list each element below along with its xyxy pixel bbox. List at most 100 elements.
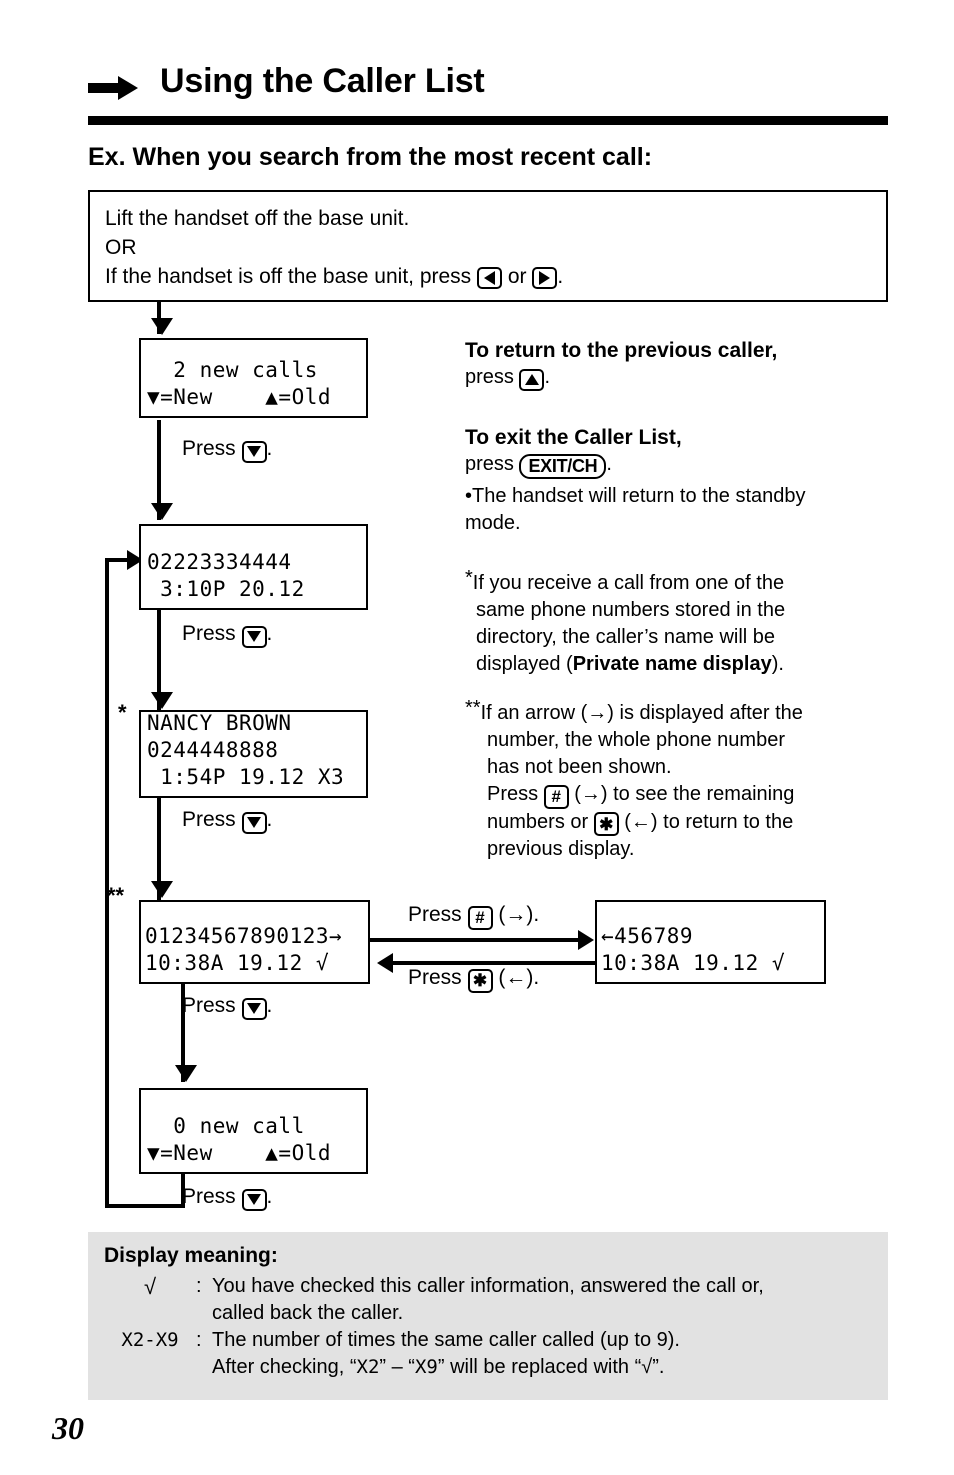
flow-arrow-d3-to-d4: [151, 881, 173, 898]
star-note-line-4: displayed (Private name display).: [465, 651, 905, 678]
scroll-back-arrow: [377, 953, 393, 973]
display-caller-3-scrolled: ←456789 10:38A 19.12 √: [595, 900, 826, 984]
hash-key-icon: #: [543, 784, 569, 809]
right-arrow-key-icon: [532, 267, 558, 289]
count-cont-b: ” – “: [379, 1356, 415, 1378]
dstar-press-word: Press: [487, 783, 544, 805]
star-note-text-a: displayed (: [476, 653, 573, 675]
intro-line-2: OR: [105, 236, 137, 259]
press-hash-label: Press # (→).: [408, 903, 539, 930]
press-star-label: Press ✱ (←).: [408, 966, 539, 993]
press-down-label-1: Press .: [182, 437, 272, 463]
display-0-new-call: 0 new call ▼=New ▲=Old: [139, 1088, 368, 1174]
star-note-text: If you receive a call from one of the: [472, 572, 785, 594]
loopback-line-bottom: [105, 1204, 185, 1208]
dstar-note-text: If an arrow (→) is displayed after the: [480, 702, 803, 724]
star-key-icon: ✱: [593, 812, 619, 836]
count-sym-x2: X2: [356, 1356, 380, 1378]
note-exit-title: To exit the Caller List,: [465, 426, 682, 449]
down-arrow-key-icon: [241, 440, 267, 463]
display-line: ▼=New ▲=Old: [147, 385, 332, 409]
star-note-text-c: ).: [771, 653, 784, 675]
count-cont-c: ” will be replaced with “√”.: [437, 1356, 665, 1378]
title-divider: [88, 116, 888, 125]
press-period: .: [266, 622, 273, 645]
display-meaning-box: Display meaning: √ : You have checked th…: [88, 1232, 888, 1400]
intro-line-3-text: If the handset is off the base unit, pre…: [105, 265, 478, 288]
left-arrow-key-icon: [477, 267, 503, 289]
display-line: 10:38A 19.12 √: [145, 951, 330, 975]
intro-line-3-end: .: [557, 265, 564, 288]
star-note-line-2: same phone numbers stored in the: [476, 599, 786, 621]
press-word: Press: [182, 808, 236, 831]
star-note-line-3: directory, the caller’s name will be: [476, 626, 776, 648]
exit-ch-key-icon: EXIT/CH: [519, 454, 607, 479]
press-down-label-4: Press .: [182, 994, 272, 1020]
dstar-note-line-4: Press # (→) to see the remaining: [465, 781, 915, 809]
footnote-marker-single: *: [118, 700, 127, 725]
display-line: 1:54P 19.12 X3: [147, 765, 345, 789]
hash-key-icon: #: [467, 905, 493, 930]
note-private-name-display: *If you receive a call from one of the s…: [465, 565, 905, 678]
display-line: 2 new calls: [147, 358, 318, 382]
page-title: Using the Caller List: [160, 62, 485, 100]
down-arrow-key-icon: [241, 811, 267, 834]
count-symbol-description: The number of times the same caller call…: [212, 1329, 680, 1351]
press-period: .: [266, 994, 273, 1017]
down-arrow-key-icon: [241, 1188, 267, 1211]
note-exit-press: press: [465, 453, 520, 475]
note-return-title: To return to the previous caller,: [465, 339, 778, 362]
display-line: NANCY BROWN: [147, 711, 292, 735]
press-word: Press: [182, 437, 236, 460]
display-meaning-row-check: √ : You have checked this caller informa…: [104, 1273, 888, 1300]
dstar-note-text-b: (→) to see the remaining: [568, 783, 795, 805]
star-marker: *: [465, 567, 473, 589]
display-line: ←456789: [601, 924, 694, 948]
display-line: ▼=New ▲=Old: [147, 1141, 332, 1165]
note-return-press: press: [465, 366, 520, 388]
dstar-or-word: numbers or: [487, 810, 594, 833]
note-exit-body: press EXIT/CH.: [465, 451, 895, 479]
intro-line-3: If the handset is off the base unit, pre…: [105, 262, 886, 291]
scroll-forward-arrow: [578, 930, 594, 950]
note-return-period: .: [544, 366, 551, 388]
display-line: 02223334444: [147, 550, 292, 574]
count-sym-x9: X9: [414, 1356, 438, 1378]
note-exit-bullet-cont: mode.: [465, 512, 521, 534]
press-word: Press: [182, 994, 236, 1017]
display-2-new-calls: 2 new calls ▼=New ▲=Old: [139, 338, 368, 418]
up-arrow-key-icon: [519, 368, 545, 391]
flow-arrow-d2-to-d3: [151, 692, 173, 709]
scroll-back-line: [390, 961, 595, 965]
note-return-body: press .: [465, 364, 895, 391]
private-name-display-term: Private name display: [572, 653, 772, 675]
note-exit-period: .: [606, 453, 612, 475]
press-direction: (→).: [498, 903, 540, 926]
check-symbol-description-cont: called back the caller.: [212, 1302, 404, 1324]
dstar-note-line-2: number, the whole phone number: [487, 729, 785, 751]
note-return-previous: To return to the previous caller, press …: [465, 337, 895, 391]
press-word: Press: [182, 622, 236, 645]
press-down-label-2: Press .: [182, 622, 272, 648]
press-down-label-5: Press .: [182, 1185, 272, 1211]
check-symbol: √: [143, 1274, 157, 1299]
display-line: 01234567890123→: [145, 924, 343, 948]
display-caller-2: NANCY BROWN 0244448888 1:54P 19.12 X3: [139, 710, 368, 798]
display-line: 3:10P 20.12: [147, 577, 305, 601]
flow-arrow-d4-to-d5: [175, 1065, 197, 1082]
intro-instruction-box: Lift the handset off the base unit. OR I…: [88, 190, 888, 302]
dstar-note-line-6: previous display.: [487, 838, 635, 860]
display-caller-1: 02223334444 3:10P 20.12: [139, 524, 368, 610]
section-heading: Ex. When you search from the most recent…: [88, 143, 653, 171]
press-period: .: [266, 808, 273, 831]
press-direction: (←).: [498, 966, 540, 989]
press-period: .: [266, 1185, 273, 1208]
dstar-note-line-5: numbers or ✱ (←) to return to the: [465, 809, 915, 836]
press-word: Press: [182, 1185, 236, 1208]
intro-line-1: Lift the handset off the base unit.: [105, 207, 410, 230]
flow-arrow-d1-to-d2: [151, 503, 173, 520]
display-caller-3: 01234567890123→ 10:38A 19.12 √: [139, 900, 370, 984]
page-number: 30: [52, 1410, 84, 1446]
intro-line-3-or: or: [502, 265, 533, 288]
dstar-note-line-1: **If an arrow (→) is displayed after the: [465, 695, 915, 727]
